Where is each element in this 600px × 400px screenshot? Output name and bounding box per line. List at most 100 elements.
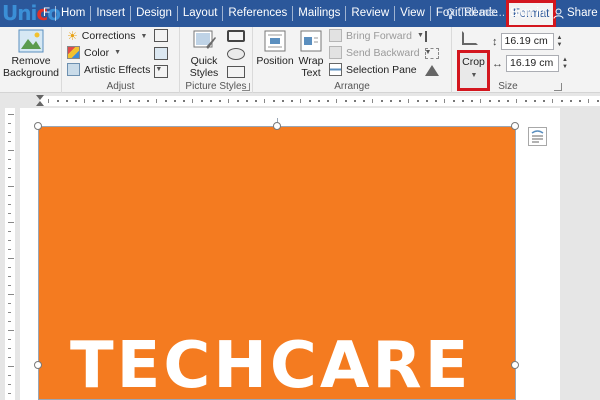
- horizontal-ruler[interactable]: [0, 94, 600, 108]
- selection-pane-button[interactable]: Selection Pane: [329, 63, 417, 76]
- sun-icon: ☀: [67, 29, 78, 43]
- ruler-tick: [8, 249, 11, 250]
- bring-forward-button[interactable]: Bring Forward ▼: [329, 29, 424, 42]
- resize-handle-top[interactable]: [273, 122, 281, 130]
- shape-width-input[interactable]: 16.19 cm: [506, 55, 559, 72]
- artistic-effects-button[interactable]: Artistic Effects ▼: [67, 63, 162, 76]
- tab-mailings[interactable]: Mailings: [293, 6, 347, 21]
- group-picture-styles: Quick Styles Picture Styles: [180, 27, 253, 93]
- tab-view[interactable]: View: [395, 6, 431, 21]
- tab-insert[interactable]: Insert: [91, 6, 132, 21]
- picture-layout-icon[interactable]: [227, 66, 245, 78]
- change-picture-icon[interactable]: [154, 47, 168, 60]
- wrap-text-icon: [300, 30, 322, 52]
- sign-in-link[interactable]: Sign in: [510, 0, 545, 27]
- techcare-logo-text: TECHCARE: [70, 329, 472, 400]
- size-launcher-icon[interactable]: [554, 83, 562, 91]
- ruler-tick: [462, 100, 464, 102]
- ribbon-tab-bar: Unico F Hom Insert Design Layout Referen…: [0, 0, 600, 28]
- vertical-ruler[interactable]: [0, 108, 20, 400]
- ruler-tick: [255, 100, 257, 102]
- group-objects-icon[interactable]: [425, 48, 439, 59]
- ruler-tick: [84, 99, 85, 103]
- resize-handle-top-right[interactable]: [511, 122, 519, 130]
- tab-file[interactable]: F: [38, 6, 57, 21]
- ruler-tick: [336, 99, 337, 103]
- hanging-indent-icon[interactable]: [36, 101, 44, 106]
- ruler-tick: [75, 100, 77, 102]
- tab-review[interactable]: Review: [346, 6, 396, 21]
- crop-label: Crop: [462, 56, 485, 68]
- ruler-tick: [8, 204, 11, 205]
- adjust-group-label: Adjust: [106, 81, 135, 92]
- tell-me-search[interactable]: Tell me...: [446, 0, 505, 27]
- selection-pane-icon: [329, 63, 342, 76]
- width-spinner[interactable]: ▲ ▼: [562, 57, 568, 71]
- ruler-tick: [156, 99, 157, 103]
- ruler-tick: [8, 330, 14, 331]
- wrap-text-button[interactable]: Wrap Text: [296, 29, 326, 79]
- tab-home[interactable]: Hom: [56, 6, 92, 21]
- remove-background-label: Remove Background: [2, 55, 60, 79]
- picture-styles-launcher-icon[interactable]: [242, 83, 250, 91]
- ruler-tick: [8, 150, 14, 151]
- ruler-tick: [453, 100, 455, 102]
- ruler-tick: [8, 213, 11, 214]
- ruler-tick: [8, 375, 11, 376]
- position-button[interactable]: Position: [255, 29, 295, 67]
- picture-effects-icon[interactable]: [227, 48, 245, 60]
- corrections-button[interactable]: ☀ Corrections ▼: [67, 29, 147, 43]
- ruler-tick: [8, 240, 11, 241]
- crop-button[interactable]: Crop ▼: [457, 50, 490, 91]
- remove-background-button[interactable]: Remove Background: [2, 29, 60, 79]
- ruler-tick: [120, 99, 121, 103]
- ruler-tick: [8, 159, 11, 160]
- ruler-tick: [8, 123, 11, 124]
- ruler-tick: [138, 100, 140, 102]
- share-button[interactable]: Share: [553, 0, 598, 27]
- color-label: Color: [84, 46, 110, 59]
- layout-options-button[interactable]: [528, 127, 547, 146]
- color-button[interactable]: Color ▼: [67, 46, 121, 59]
- corrections-label: Corrections: [81, 30, 136, 42]
- ruler-tick: [354, 100, 356, 102]
- ruler-tick: [111, 100, 113, 102]
- layout-options-icon: [531, 130, 544, 143]
- ruler-tick: [372, 99, 373, 103]
- ribbon-format: Remove Background ☀ Corrections ▼ Color ▼ …: [0, 27, 600, 93]
- reset-picture-icon[interactable]: [154, 65, 168, 78]
- ruler-tick: [8, 339, 11, 340]
- ruler-tick: [93, 100, 95, 102]
- quick-styles-button[interactable]: Quick Styles: [183, 29, 225, 79]
- height-spinner[interactable]: ▲ ▼: [557, 35, 563, 49]
- shape-height-input[interactable]: 16.19 cm: [500, 33, 554, 50]
- ruler-tick: [183, 100, 185, 102]
- tab-layout[interactable]: Layout: [178, 6, 224, 21]
- ruler-tick: [390, 100, 392, 102]
- picture-border-icon[interactable]: [227, 30, 245, 42]
- artistic-effects-icon: [67, 63, 80, 76]
- send-backward-button[interactable]: Send Backward ▼: [329, 46, 431, 59]
- ruler-tick: [417, 100, 419, 102]
- ruler-tick: [318, 100, 320, 102]
- bring-forward-icon: [329, 29, 342, 42]
- tab-design[interactable]: Design: [131, 6, 178, 21]
- resize-handle-right[interactable]: [511, 361, 519, 369]
- ruler-tick: [8, 141, 11, 142]
- tab-references[interactable]: References: [223, 6, 294, 21]
- ruler-tick: [48, 99, 49, 103]
- ruler-tick: [525, 100, 527, 102]
- align-icon[interactable]: [425, 31, 439, 42]
- compress-pictures-icon[interactable]: [154, 29, 168, 42]
- indent-marker-icon[interactable]: [36, 95, 44, 100]
- selection-pane-label: Selection Pane: [346, 63, 417, 76]
- remove-background-icon: [18, 29, 44, 53]
- ruler-tick: [8, 294, 14, 295]
- rotate-icon[interactable]: [425, 65, 439, 76]
- ruler-tick: [8, 267, 11, 268]
- ruler-tick: [8, 285, 11, 286]
- ruler-tick: [444, 99, 445, 103]
- ruler-tick: [8, 393, 11, 394]
- resize-handle-left[interactable]: [34, 361, 42, 369]
- resize-handle-top-left[interactable]: [34, 122, 42, 130]
